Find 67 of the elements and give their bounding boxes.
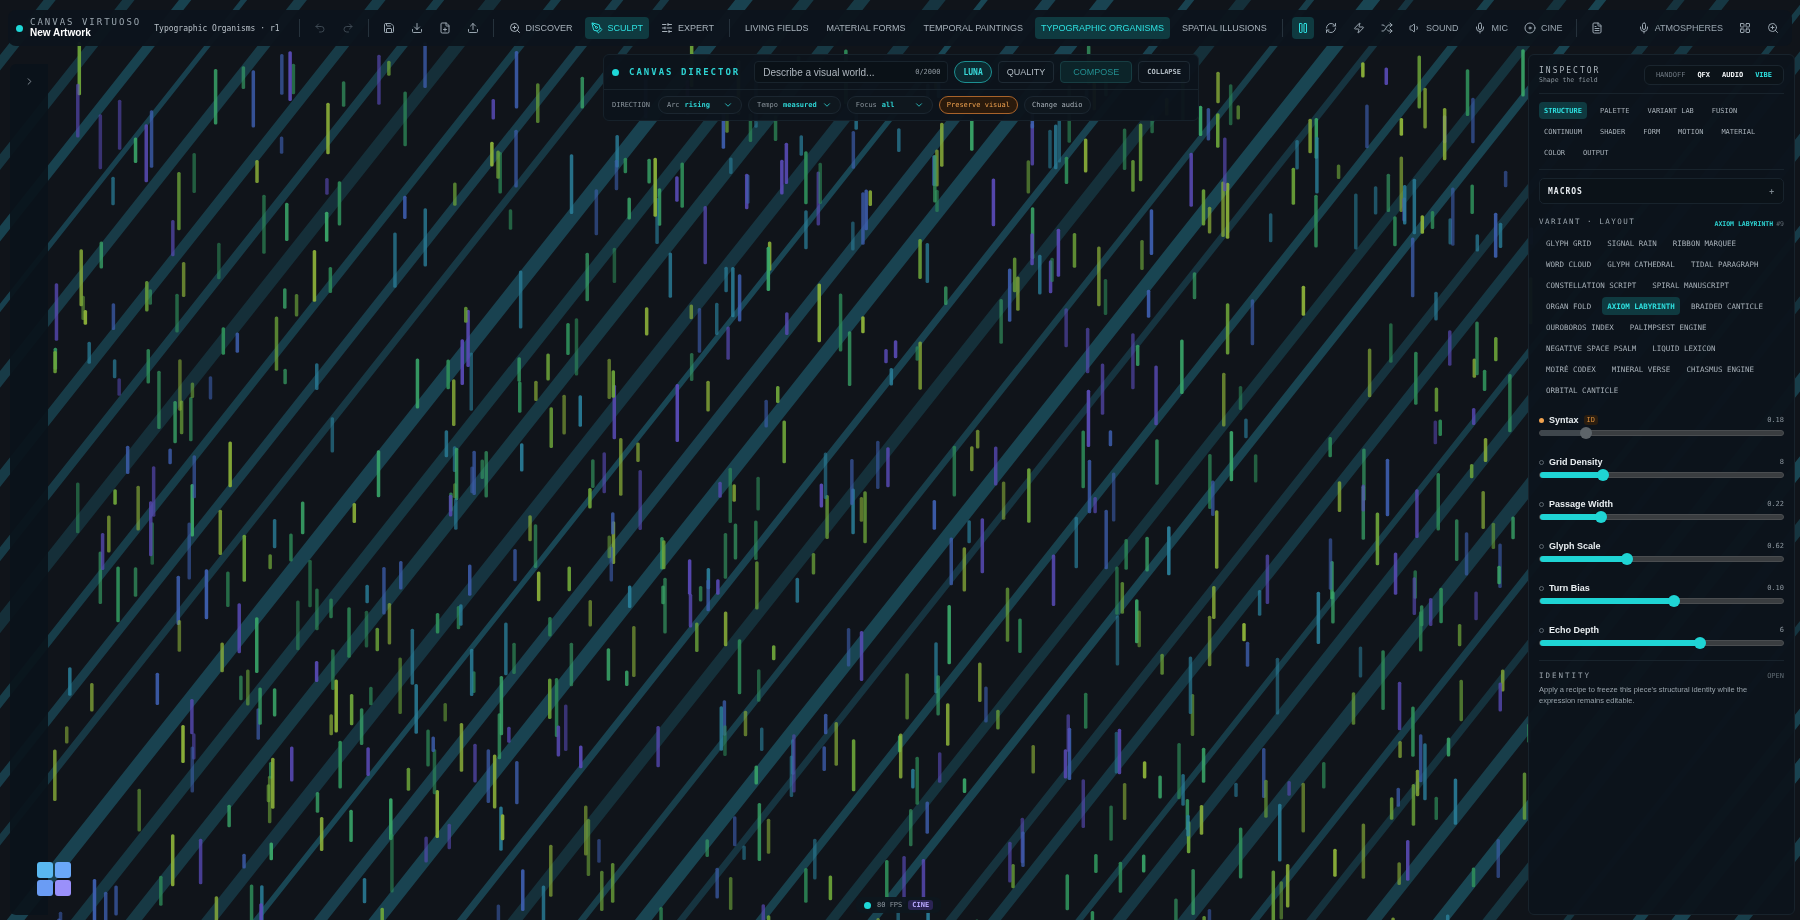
director-button[interactable]: QUALITY bbox=[997, 61, 1055, 83]
parameter-name: Turn Bias bbox=[1549, 583, 1590, 593]
gallery-tab[interactable]: TYPOGRAPHIC ORGANISMS bbox=[1034, 17, 1170, 39]
macros-section-header[interactable]: MACROS + bbox=[1539, 178, 1784, 204]
document-icon bbox=[1591, 22, 1604, 34]
slider-track[interactable] bbox=[1539, 556, 1784, 562]
app-name: CANVAS VIRTUOSO bbox=[30, 17, 142, 28]
status-dot bbox=[864, 901, 871, 909]
mode-tab[interactable]: SCULPT bbox=[584, 17, 650, 39]
artwork-subtitle: Typographic Organisms · r1 bbox=[154, 23, 280, 33]
save-icon bbox=[382, 22, 395, 34]
refresh-icon bbox=[1324, 22, 1337, 34]
slider-track[interactable] bbox=[1539, 598, 1784, 604]
sliders-icon bbox=[661, 22, 674, 34]
parameter-name: Grid Density bbox=[1549, 457, 1603, 467]
zoom-icon bbox=[1767, 22, 1779, 34]
mode-tab[interactable]: EXPERT bbox=[655, 17, 720, 39]
parameter-name: Echo Depth bbox=[1549, 625, 1599, 635]
slider-thumb[interactable] bbox=[1621, 553, 1634, 565]
lightning-icon bbox=[1352, 22, 1365, 34]
slider-track[interactable] bbox=[1539, 514, 1784, 520]
gallery-tab[interactable]: MATERIAL FORMS bbox=[820, 17, 912, 39]
redo-icon bbox=[341, 22, 354, 34]
mode-tab[interactable]: DISCOVER bbox=[502, 17, 579, 39]
slider-thumb[interactable] bbox=[1597, 469, 1610, 481]
search-icon bbox=[508, 22, 521, 34]
chevron-down-icon bbox=[722, 100, 733, 110]
parameter-name: Syntax bbox=[1549, 415, 1579, 425]
speaker-icon bbox=[1408, 22, 1421, 34]
atmospheres-button[interactable]: ATMOSPHERES bbox=[1632, 17, 1728, 39]
pause-icon bbox=[1296, 22, 1309, 34]
microphone-icon bbox=[1474, 22, 1487, 34]
pen-icon bbox=[590, 22, 603, 34]
chevron-down-icon bbox=[821, 100, 832, 110]
gallery-tab[interactable]: SPATIAL ILLUSIONS bbox=[1176, 17, 1273, 39]
artwork-title: New Artwork bbox=[30, 27, 92, 39]
director-title: CANVAS DIRECTOR bbox=[629, 67, 741, 77]
slider-track[interactable] bbox=[1539, 472, 1784, 478]
inspector-title: INSPECTOR bbox=[1539, 66, 1601, 75]
upload-icon bbox=[466, 22, 479, 34]
slider-thumb[interactable] bbox=[1580, 427, 1593, 439]
slider-thumb[interactable] bbox=[1667, 595, 1680, 607]
slider-thumb[interactable] bbox=[1694, 637, 1707, 649]
chevron-down-icon bbox=[913, 100, 924, 110]
parameter-name: Passage Width bbox=[1549, 499, 1613, 509]
slider-thumb[interactable] bbox=[1594, 511, 1607, 523]
gallery-tab[interactable]: LIVING FIELDS bbox=[738, 17, 815, 39]
pause-button[interactable] bbox=[1291, 17, 1314, 39]
pin-dot[interactable] bbox=[1539, 417, 1544, 423]
undo-icon bbox=[313, 22, 326, 34]
status-dot bbox=[612, 68, 619, 76]
status-dot bbox=[16, 24, 23, 32]
grid-icon bbox=[1739, 22, 1751, 34]
cine-button[interactable]: CINE bbox=[1518, 17, 1568, 39]
download-icon bbox=[410, 22, 423, 34]
file-plus-icon bbox=[438, 22, 451, 34]
disc-icon bbox=[1523, 22, 1536, 34]
microphone-icon bbox=[1637, 22, 1650, 34]
shuffle-icon bbox=[1380, 22, 1393, 34]
slider-track[interactable] bbox=[1539, 430, 1784, 436]
mic-button[interactable]: MIC bbox=[1469, 17, 1513, 39]
app-grid-logo-icon[interactable] bbox=[37, 862, 71, 896]
parameter-name: Glyph Scale bbox=[1549, 541, 1601, 551]
gallery-tab[interactable]: TEMPORAL PAINTINGS bbox=[917, 17, 1029, 39]
director-button[interactable]: LUNA bbox=[954, 61, 992, 83]
sound-button[interactable]: SOUND bbox=[1403, 17, 1464, 39]
slider-track[interactable] bbox=[1539, 640, 1784, 646]
